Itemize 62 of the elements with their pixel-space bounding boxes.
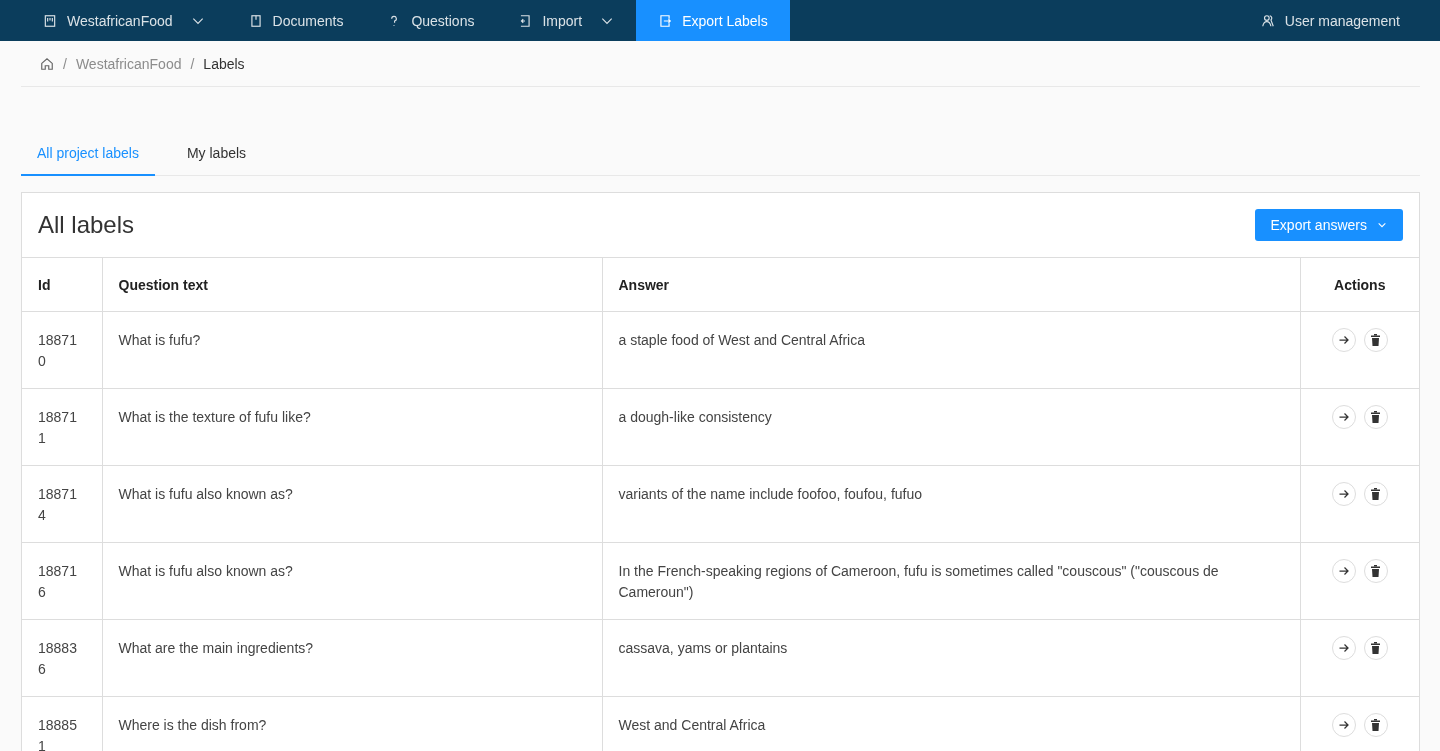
breadcrumb-separator: / [190, 55, 195, 72]
import-icon [518, 13, 533, 28]
delete-button[interactable] [1363, 713, 1388, 737]
home-icon[interactable] [40, 56, 54, 71]
open-button[interactable] [1331, 559, 1356, 583]
question-cell: Where is the dish from? [102, 696, 602, 751]
id-cell: 188714 [22, 465, 102, 543]
open-button[interactable] [1331, 405, 1356, 429]
question-cell: What is the texture of fufu like? [102, 388, 602, 466]
answer-cell: a dough-like consistency [602, 388, 1300, 466]
column-header: Actions [1300, 258, 1419, 312]
breadcrumb-separator: / [63, 55, 67, 72]
open-button[interactable] [1331, 636, 1356, 660]
question-cell: What are the main ingredients? [102, 619, 602, 697]
answer-cell: In the French-speaking regions of Cameroon, fufu is sometimes called "couscous" ("couscous de Cameroun") [602, 542, 1300, 620]
answer-cell: variants of the name include foofoo, foufou, fufuo [602, 465, 1300, 543]
arrow-right-icon [1337, 565, 1350, 577]
document-icon [248, 13, 263, 28]
export-icon [658, 13, 673, 28]
trash-icon [1370, 565, 1382, 577]
question-cell: What is fufu also known as? [102, 465, 602, 543]
trash-icon [1370, 334, 1382, 346]
trash-icon [1370, 488, 1382, 500]
id-cell: 188711 [22, 388, 102, 466]
trash-icon [1370, 642, 1382, 654]
question-cell: What is fufu? [102, 311, 602, 389]
id-cell: 188710 [22, 311, 102, 389]
nav-menu-item[interactable]: Questions [365, 0, 497, 41]
answer-cell: West and Central Africa [602, 696, 1300, 751]
card-title: All labels [38, 211, 135, 239]
open-button[interactable] [1331, 328, 1356, 352]
users-icon [1260, 13, 1275, 28]
column-header: Question text [102, 258, 602, 312]
column-header: Id [22, 258, 102, 312]
arrow-right-icon [1337, 488, 1350, 500]
trash-icon [1370, 719, 1382, 731]
column-header: Answer [602, 258, 1300, 312]
arrow-right-icon [1337, 642, 1350, 654]
answer-cell: cassava, yams or plantains [602, 619, 1300, 697]
arrow-right-icon [1337, 334, 1350, 346]
nav-menu-item[interactable]: WestafricanFood [21, 0, 227, 41]
user-management-link[interactable]: User management [1238, 0, 1440, 41]
delete-button[interactable] [1363, 559, 1388, 583]
id-cell: 188851 [22, 696, 102, 751]
tab[interactable]: My labels [170, 133, 263, 176]
trash-icon [1370, 411, 1382, 423]
id-cell: 188836 [22, 619, 102, 697]
board-icon [43, 13, 57, 28]
arrow-right-icon [1337, 411, 1350, 423]
question-cell: What is fufu also known as? [102, 542, 602, 620]
delete-button[interactable] [1363, 636, 1388, 660]
id-cell: 188716 [22, 542, 102, 620]
delete-button[interactable] [1363, 482, 1388, 506]
nav-menu-item[interactable]: Documents [226, 0, 366, 41]
caret-icon [1377, 220, 1387, 230]
arrow-right-icon [1337, 719, 1350, 731]
open-button[interactable] [1331, 713, 1356, 737]
delete-button[interactable] [1363, 405, 1388, 429]
delete-button[interactable] [1363, 328, 1388, 352]
answer-cell: a staple food of West and Central Africa [602, 311, 1300, 389]
open-button[interactable] [1331, 482, 1356, 506]
nav-menu-item[interactable]: Import [496, 0, 637, 41]
